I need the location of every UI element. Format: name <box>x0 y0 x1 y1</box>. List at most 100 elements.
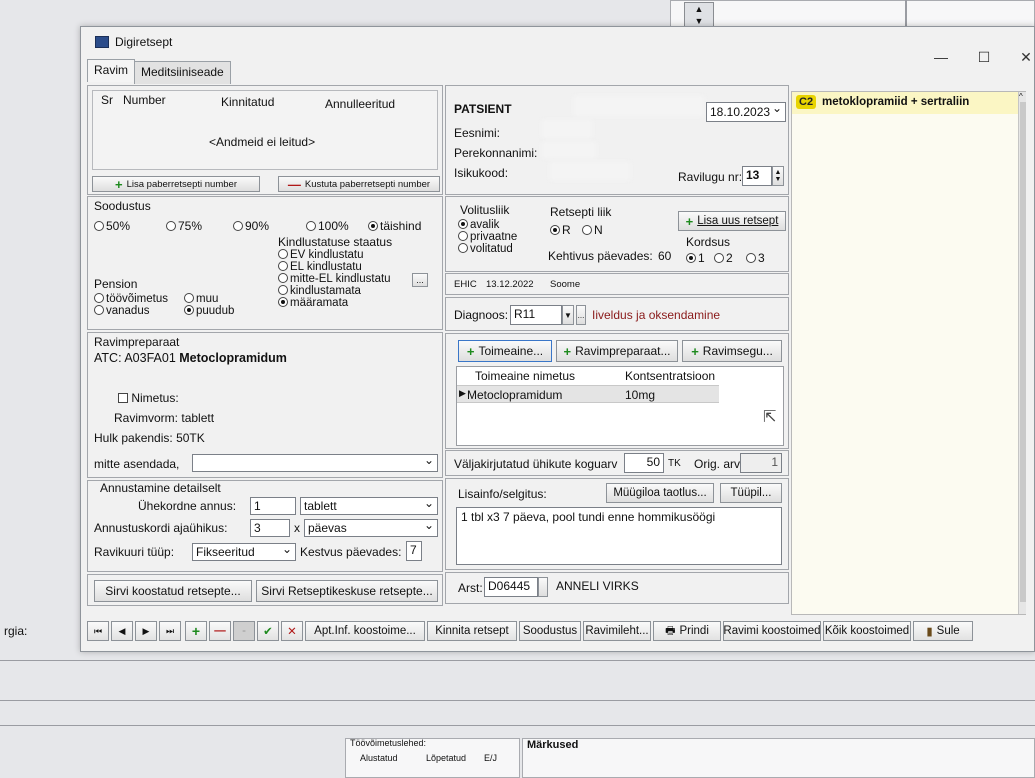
nav-prev-button[interactable]: ◀ <box>111 621 133 641</box>
repeats-option-2[interactable]: 2 <box>714 251 733 265</box>
insurance-option-undefined[interactable]: määramata <box>278 297 348 309</box>
table-row[interactable]: ▶ Metoclopramidum 10mg <box>457 385 719 403</box>
add-medicine-label: Ravimpreparaat... <box>575 344 671 358</box>
cancel-record-button[interactable]: ✕ <box>281 621 303 641</box>
name-checkbox[interactable]: Nimetus: <box>118 391 179 405</box>
medicine-interactions-button[interactable]: Ravimi koostoimed <box>723 621 821 641</box>
nav-last-button[interactable]: ⏭ <box>159 621 181 641</box>
close-dialog-button[interactable]: ▮ Sule <box>913 621 973 641</box>
typical-button[interactable]: Tüüpil... <box>720 483 782 503</box>
duration-input[interactable]: 7 <box>406 541 422 561</box>
radio-selected-icon <box>686 253 696 263</box>
repeats-option-3[interactable]: 3 <box>746 251 765 265</box>
background-hline-3 <box>0 725 1035 726</box>
add-substance-button[interactable]: + Toimeaine... <box>458 340 552 362</box>
orig-input: 1 <box>740 453 782 473</box>
print-button[interactable]: 🖶 Prindi <box>653 621 721 641</box>
insurance-option-non-el[interactable]: mitte-EL kindlustatu <box>278 273 391 285</box>
medicine-leaflet-button[interactable]: Ravimileht... <box>583 621 651 641</box>
rx-type-option-r[interactable]: R <box>550 223 571 237</box>
diagnosis-code-input[interactable]: R11 <box>510 305 562 325</box>
pension-title: Pension <box>94 277 138 291</box>
pension-option-other[interactable]: muu <box>184 293 218 305</box>
browse-created-rx-button[interactable]: Sirvi koostatud retsepte... <box>94 580 252 602</box>
interaction-scrollbar[interactable]: ^ <box>1018 92 1026 614</box>
minimize-button[interactable]: — <box>926 49 956 65</box>
background-scroll-arrows[interactable]: ▲ ▼ <box>684 2 714 28</box>
discount-option-full[interactable]: täishind <box>368 219 421 233</box>
visit-spinner[interactable]: ▲ ▼ <box>772 166 784 186</box>
discount-option-100[interactable]: 100% <box>306 219 349 233</box>
insurance-non-el-label: mitte-EL kindlustatu <box>290 273 391 285</box>
diagnosis-dropdown-button[interactable]: ▼ <box>562 305 574 325</box>
repeats-option-1[interactable]: 1 <box>686 251 705 265</box>
digiretsept-window: Digiretsept — ☐ ✕ Ravim Meditsiiniseade … <box>80 26 1035 652</box>
nav-first-button[interactable]: ⏮ <box>87 621 109 641</box>
insurance-el-label: EL kindlustatu <box>290 261 362 273</box>
diagnosis-label: Diagnoos: <box>454 308 509 322</box>
discount-button[interactable]: Soodustus <box>519 621 581 641</box>
doctor-code-input[interactable]: D06445 <box>484 577 538 597</box>
pension-option-none[interactable]: puudub <box>184 305 234 317</box>
substitute-dropdown[interactable] <box>192 454 438 472</box>
edit-record-button[interactable]: - <box>233 621 255 641</box>
insurance-option-uninsured[interactable]: kindlustamata <box>278 285 361 297</box>
auth-option-private[interactable]: privaatne <box>458 231 517 243</box>
interaction-row[interactable]: C2 metoklopramiid + sertraliin <box>792 92 1018 114</box>
dose-unit-dropdown[interactable]: tablett <box>300 497 438 515</box>
add-medicine-button[interactable]: + Ravimpreparaat... <box>556 340 678 362</box>
confirm-record-button[interactable]: ✔ <box>257 621 279 641</box>
quantity-input[interactable]: 50 <box>624 453 664 473</box>
insurance-option-el[interactable]: EL kindlustatu <box>278 261 362 273</box>
discount-option-50[interactable]: 50% <box>94 219 130 233</box>
add-paper-rx-button[interactable]: + Lisa paberretsepti number <box>92 176 260 192</box>
new-rx-button[interactable]: + Lisa uus retsept <box>678 211 786 231</box>
time-unit-dropdown[interactable]: päevas <box>304 519 438 537</box>
rx-type-r-label: R <box>562 223 571 237</box>
insurance-option-ev[interactable]: EV kindlustatu <box>278 249 364 261</box>
col-sr: Sr <box>101 93 113 107</box>
nav-next-button[interactable]: ▶ <box>135 621 157 641</box>
radio-icon <box>278 285 288 295</box>
radio-icon <box>278 273 288 283</box>
diagnosis-more-button[interactable]: ... <box>576 305 586 325</box>
all-interactions-button[interactable]: Kõik koostoimed <box>823 621 911 641</box>
discount-option-75[interactable]: 75% <box>166 219 202 233</box>
delete-paper-rx-button[interactable]: — Kustuta paberretsepti number <box>278 176 440 192</box>
info-textarea[interactable]: 1 tbl x3 7 päeva, pool tundi enne hommik… <box>456 507 782 565</box>
name-label: Nimetus: <box>131 391 179 405</box>
maximize-button[interactable]: ☐ <box>969 49 999 66</box>
add-mixture-button[interactable]: + Ravimsegu... <box>682 340 782 362</box>
insurance-more-button[interactable]: ... <box>412 273 428 287</box>
close-button[interactable]: ✕ <box>1011 49 1035 66</box>
scroll-thumb[interactable] <box>1020 102 1026 602</box>
pension-option-age[interactable]: vanadus <box>94 305 149 317</box>
id-code-blurred <box>550 162 630 180</box>
doctor-select-button[interactable] <box>538 577 548 597</box>
doctor-name: ANNELI VIRKS <box>556 579 639 593</box>
tab-ravim[interactable]: Ravim <box>87 59 136 82</box>
sales-license-button[interactable]: Müügiloa taotlus... <box>606 483 714 503</box>
browse-central-rx-button[interactable]: Sirvi Retseptikeskuse retsepte... <box>256 580 438 602</box>
sick-leave-col-end: Lõpetatud <box>426 753 467 763</box>
orig-label: Orig. arv <box>694 457 741 471</box>
discount-option-90[interactable]: 90% <box>233 219 269 233</box>
auth-option-authorized[interactable]: volitatud <box>458 243 513 255</box>
patient-title: PATSIENT <box>454 102 512 116</box>
pension-option-disability[interactable]: töövõimetus <box>94 293 168 305</box>
add-record-button[interactable]: + <box>185 621 207 641</box>
single-dose-input[interactable]: 1 <box>250 497 296 515</box>
visit-input[interactable]: 13 <box>742 166 772 186</box>
repeats-3-label: 3 <box>758 251 765 265</box>
patient-date-dropdown[interactable]: 18.10.2023 <box>706 102 786 122</box>
confirm-rx-button[interactable]: Kinnita retsept <box>427 621 517 641</box>
rx-type-option-n[interactable]: N <box>582 223 603 237</box>
course-dropdown[interactable]: Fikseeritud <box>192 543 296 561</box>
times-input[interactable]: 3 <box>250 519 290 537</box>
delete-record-button[interactable]: — <box>209 621 231 641</box>
pharmacy-interactions-button[interactable]: Apt.Inf. koostoime... <box>305 621 425 641</box>
auth-option-public[interactable]: avalik <box>458 219 499 231</box>
scroll-up-icon[interactable]: ^ <box>1019 92 1023 101</box>
tab-meditsiiniseade[interactable]: Meditsiiniseade <box>134 61 231 84</box>
radio-icon <box>458 243 468 253</box>
